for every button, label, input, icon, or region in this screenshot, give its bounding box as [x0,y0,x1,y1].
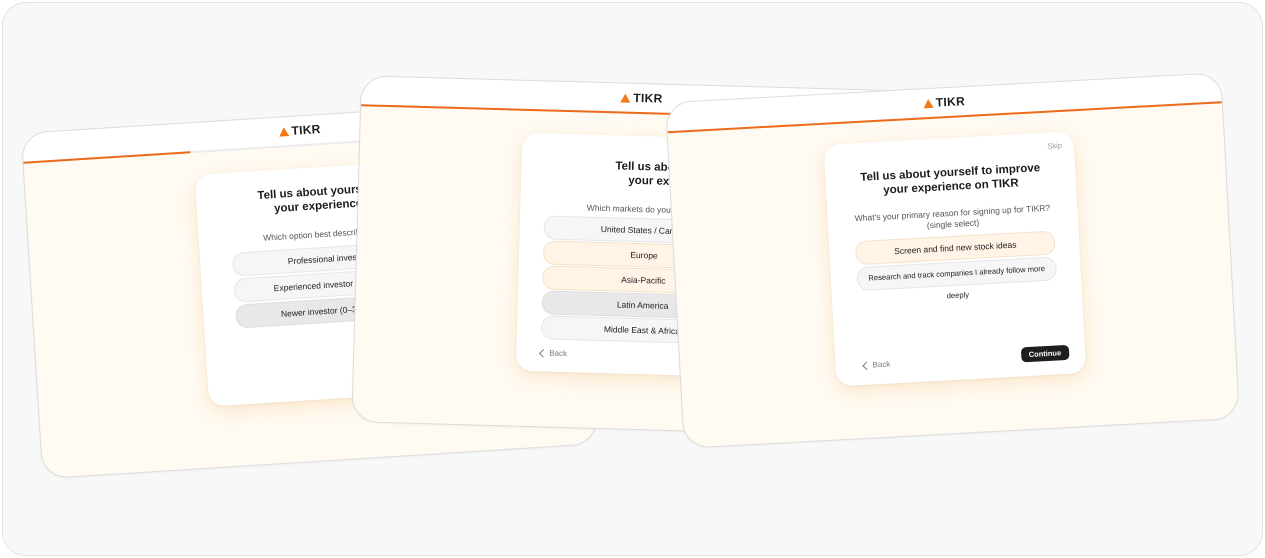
question-card: Skip Tell us about yourself to improve y… [823,131,1087,387]
skip-button[interactable]: Skip [1047,141,1062,151]
onboarding-screen-reason: TIKR Skip Tell us about yourself to impr… [665,72,1240,449]
tikr-logo-icon [922,98,934,108]
tikr-logo: TIKR [922,94,965,110]
showcase-board: TIKR Tell us about yourself to impro you… [2,2,1263,556]
tikr-logo: TIKR [278,122,321,139]
continue-button[interactable]: Continue [1020,344,1070,363]
tikr-logo-icon [620,92,631,103]
chevron-left-icon [539,348,548,358]
tikr-logo-icon [278,126,289,137]
back-button[interactable]: Back [862,360,891,370]
card-title: Tell us about yourself to improve your e… [860,162,1041,197]
top-bar: TIKR [666,73,1222,133]
tikr-logo: TIKR [620,90,663,106]
chevron-left-icon [862,361,871,370]
back-button[interactable]: Back [539,348,567,358]
